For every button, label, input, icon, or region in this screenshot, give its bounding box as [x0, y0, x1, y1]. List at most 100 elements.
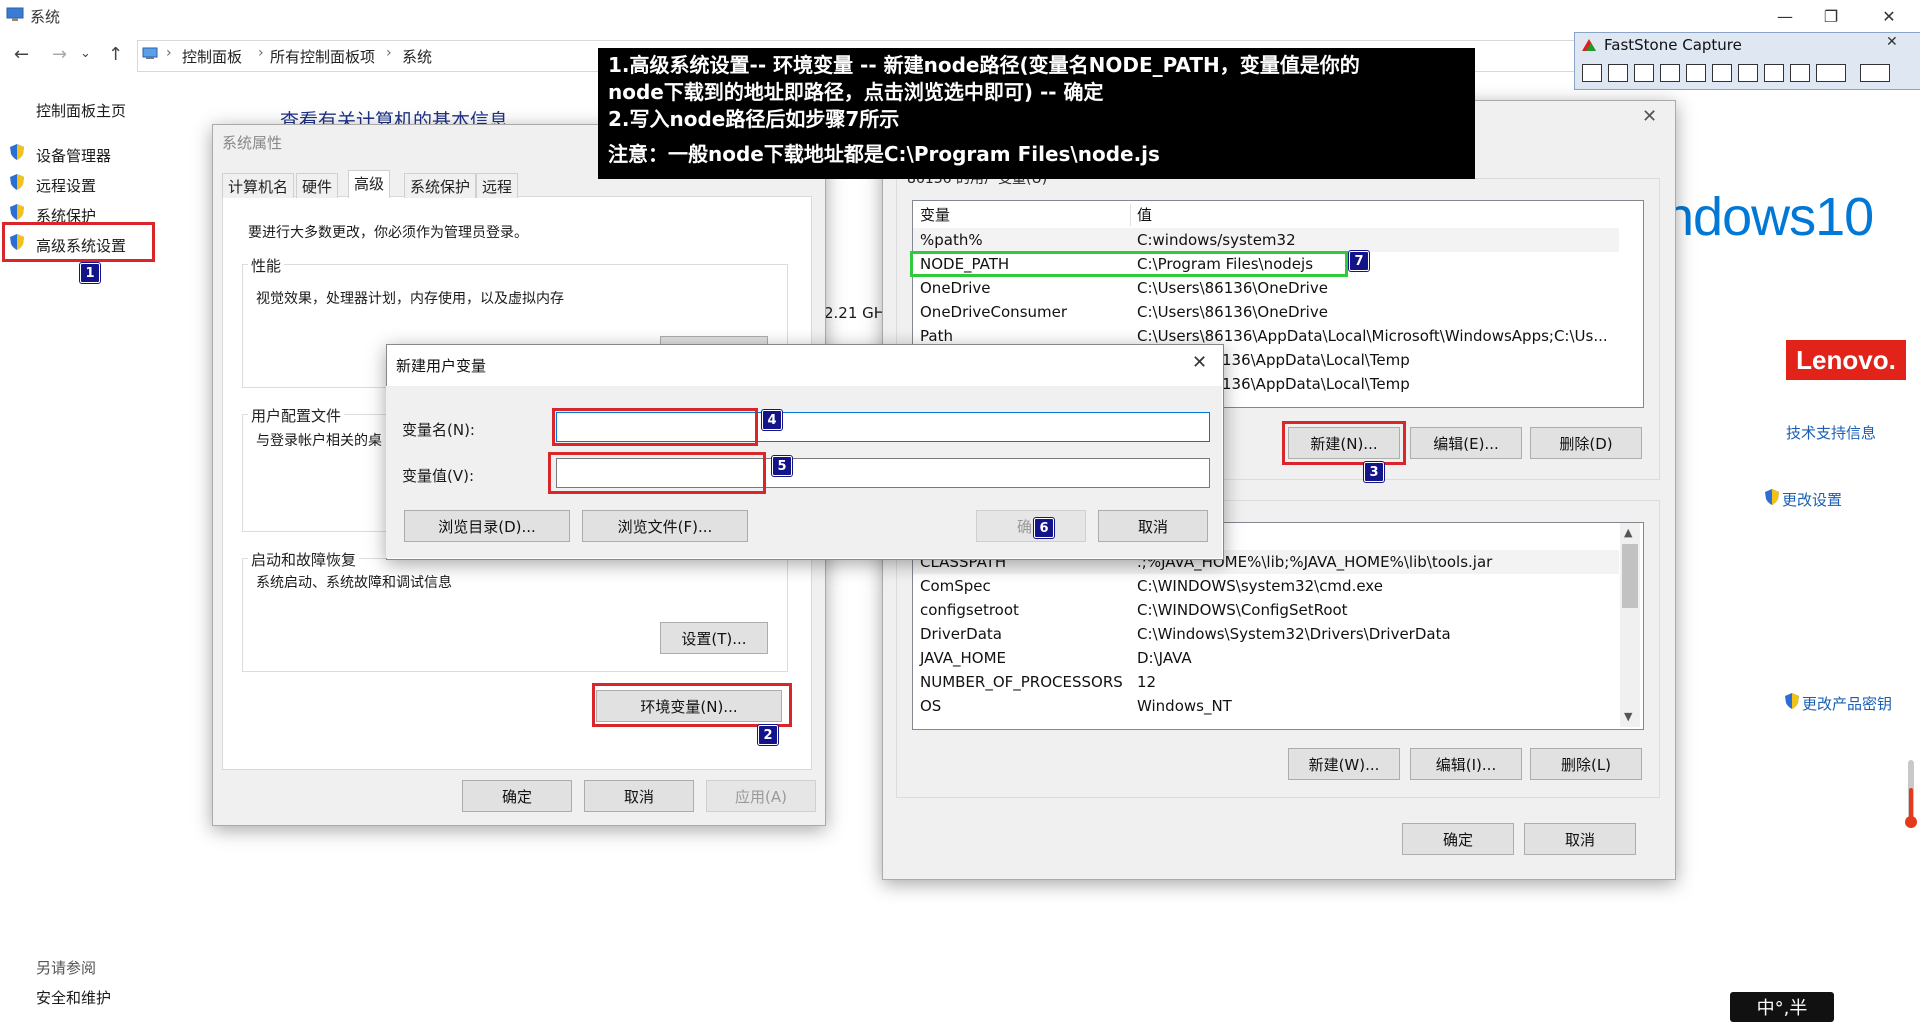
- ime-indicator[interactable]: 中°,半: [1730, 992, 1834, 1022]
- user-var-value[interactable]: C:\Users\86136\OneDrive: [1137, 276, 1328, 300]
- shield-icon: [10, 144, 24, 160]
- startup-recovery-description: 系统启动、系统故障和调试信息: [256, 575, 452, 591]
- sys-var-name[interactable]: configsetroot: [920, 598, 1019, 622]
- sys-var-name[interactable]: DriverData: [920, 622, 1002, 646]
- tab-remote[interactable]: 远程: [476, 173, 519, 198]
- env-ok-button[interactable]: 确定: [1402, 823, 1514, 855]
- capture-fixed-icon[interactable]: [1764, 64, 1784, 82]
- user-delete-button[interactable]: 删除(D): [1530, 427, 1642, 459]
- capture-freehand-icon[interactable]: [1686, 64, 1706, 82]
- breadcrumb-system[interactable]: 系统: [402, 46, 432, 67]
- security-maintenance-link[interactable]: 安全和维护: [36, 987, 111, 1008]
- breadcrumb-all-items[interactable]: 所有控制面板项: [270, 46, 375, 67]
- env-cancel-button[interactable]: 取消: [1524, 823, 1636, 855]
- change-product-key-link[interactable]: 更改产品密钥: [1802, 693, 1892, 714]
- user-var-name[interactable]: OneDrive: [920, 276, 991, 300]
- minimize-button[interactable]: —: [1762, 0, 1808, 32]
- sys-var-value[interactable]: D:\JAVA: [1137, 646, 1192, 670]
- column-header-variable[interactable]: 变量: [920, 203, 950, 227]
- up-button[interactable]: ↑: [108, 44, 123, 65]
- restore-button[interactable]: ❐: [1808, 0, 1854, 32]
- user-edit-button[interactable]: 编辑(E)...: [1410, 427, 1522, 459]
- step-badge-7: 7: [1348, 250, 1370, 272]
- user-var-value[interactable]: C:\Users\86136\OneDrive: [1137, 300, 1328, 324]
- browse-directory-button[interactable]: 浏览目录(D)...: [404, 510, 570, 542]
- new-variable-cancel-button[interactable]: 取消: [1098, 510, 1208, 542]
- faststone-logo-icon: [1582, 39, 1596, 51]
- output-dropdown-icon[interactable]: [1816, 64, 1846, 82]
- capture-scroll-icon[interactable]: [1738, 64, 1758, 82]
- system-delete-button[interactable]: 删除(L): [1530, 748, 1642, 780]
- sys-var-value[interactable]: Windows_NT: [1137, 694, 1232, 718]
- startup-settings-button[interactable]: 设置(T)...: [660, 622, 768, 654]
- scroll-up-icon[interactable]: ▲: [1624, 526, 1632, 539]
- capture-fullscreen-icon[interactable]: [1712, 64, 1732, 82]
- device-manager-link[interactable]: 设备管理器: [36, 145, 111, 166]
- sys-var-name[interactable]: NUMBER_OF_PROCESSORS: [920, 670, 1123, 694]
- faststone-close-icon[interactable]: ✕: [1886, 34, 1898, 50]
- settings-menu-icon[interactable]: [1860, 64, 1890, 82]
- user-var-value[interactable]: 136\AppData\Local\Temp: [1222, 372, 1410, 396]
- scroll-down-icon[interactable]: ▼: [1624, 710, 1632, 723]
- lenovo-logo: Lenovo.: [1786, 340, 1906, 380]
- env-dialog-close-icon[interactable]: ✕: [1642, 106, 1657, 127]
- performance-description: 视觉效果，处理器计划，内存使用，以及虚拟内存: [256, 291, 564, 307]
- sysprops-apply-button[interactable]: 应用(A): [706, 780, 816, 812]
- capture-rect-icon[interactable]: [1660, 64, 1680, 82]
- screen-record-icon[interactable]: [1790, 64, 1810, 82]
- highlight-box-step1: [2, 222, 155, 262]
- user-var-name[interactable]: OneDriveConsumer: [920, 300, 1067, 324]
- close-button[interactable]: ✕: [1866, 0, 1912, 32]
- variable-name-label: 变量名(N):: [402, 421, 475, 439]
- annotation-line-2: node下载到的地址即路径，点击浏览选中即可) -- 确定: [608, 80, 1104, 104]
- sysprops-ok-button[interactable]: 确定: [462, 780, 572, 812]
- sys-var-value[interactable]: C:\WINDOWS\system32\cmd.exe: [1137, 574, 1383, 598]
- change-settings-link[interactable]: 更改设置: [1782, 489, 1842, 510]
- tab-computer-name[interactable]: 计算机名: [222, 173, 295, 198]
- sys-var-name[interactable]: JAVA_HOME: [920, 646, 1006, 670]
- startup-recovery-label: 启动和故障恢复: [248, 549, 360, 570]
- system-new-button[interactable]: 新建(W)...: [1288, 748, 1400, 780]
- user-var-name[interactable]: %path%: [920, 228, 983, 252]
- new-variable-ok-button[interactable]: 确: [976, 510, 1086, 542]
- see-also-heading: 另请参阅: [36, 959, 97, 977]
- support-info-link[interactable]: 技术支持信息: [1786, 422, 1876, 443]
- sys-var-value[interactable]: C:\Windows\System32\Drivers\DriverData: [1137, 622, 1451, 646]
- capture-window-icon[interactable]: [1608, 64, 1628, 82]
- tab-hardware[interactable]: 硬件: [296, 173, 339, 198]
- step-badge-4: 4: [761, 409, 783, 431]
- control-panel-home-link[interactable]: 控制面板主页: [36, 100, 126, 121]
- system-edit-button[interactable]: 编辑(I)...: [1410, 748, 1522, 780]
- breadcrumb-separator: ›: [386, 45, 392, 61]
- forward-button[interactable]: →: [52, 44, 67, 65]
- highlight-box-step2: [592, 683, 792, 727]
- sys-var-name[interactable]: ComSpec: [920, 574, 991, 598]
- back-button[interactable]: ←: [14, 44, 29, 65]
- breadcrumb-separator: ›: [166, 45, 172, 61]
- sys-var-value[interactable]: 12: [1137, 670, 1156, 694]
- new-variable-close-icon[interactable]: ✕: [1192, 352, 1207, 373]
- browse-file-button[interactable]: 浏览文件(F)...: [582, 510, 748, 542]
- highlight-box-step4: [552, 408, 758, 446]
- open-file-icon[interactable]: [1582, 64, 1602, 82]
- window-title: 系统: [30, 8, 61, 26]
- system-properties-title: 系统属性: [222, 134, 283, 152]
- shield-icon: [1785, 693, 1799, 709]
- remote-settings-link[interactable]: 远程设置: [36, 175, 96, 196]
- annotation-line-1: 1.高级系统设置-- 环境变量 -- 新建node路径(变量名NODE_PATH…: [608, 53, 1360, 77]
- highlight-box-step7: [910, 251, 1348, 277]
- tab-advanced[interactable]: 高级: [348, 170, 391, 198]
- breadcrumb-control-panel[interactable]: 控制面板: [182, 46, 242, 67]
- sys-var-name[interactable]: OS: [920, 694, 941, 718]
- user-var-value[interactable]: 136\AppData\Local\Temp: [1222, 348, 1410, 372]
- sysprops-cancel-button[interactable]: 取消: [584, 780, 694, 812]
- column-divider: [1130, 204, 1131, 226]
- shield-icon: [10, 174, 24, 190]
- recent-dropdown-button[interactable]: ⌄: [80, 46, 91, 61]
- capture-object-icon[interactable]: [1634, 64, 1654, 82]
- tab-system-protection[interactable]: 系统保护: [404, 173, 477, 198]
- scrollbar-thumb[interactable]: [1622, 544, 1638, 608]
- user-var-value[interactable]: C:windows/system32: [1137, 228, 1296, 252]
- sys-var-value[interactable]: C:\WINDOWS\ConfigSetRoot: [1137, 598, 1348, 622]
- column-header-value[interactable]: 值: [1137, 203, 1152, 227]
